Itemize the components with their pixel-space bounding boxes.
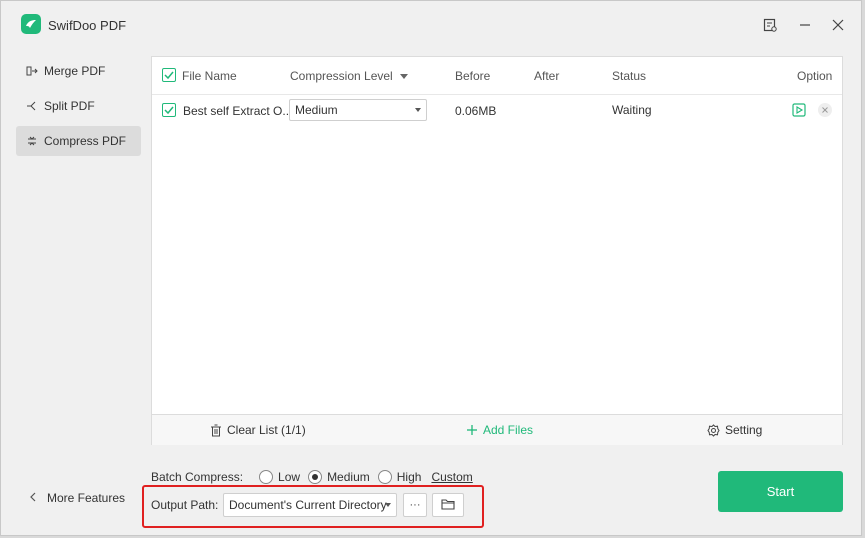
- split-icon: [25, 99, 39, 113]
- output-path-value: Document's Current Directory: [229, 498, 387, 512]
- more-features-label: More Features: [47, 491, 126, 505]
- play-icon[interactable]: [792, 103, 806, 120]
- column-header-label: Compression Level: [290, 69, 393, 83]
- compress-icon: [25, 134, 39, 148]
- sidebar-item-merge-pdf[interactable]: Merge PDF: [16, 56, 141, 86]
- compression-level-select[interactable]: Medium: [289, 99, 427, 121]
- batch-option-high[interactable]: High: [377, 470, 422, 484]
- status-cell: Waiting: [612, 103, 652, 117]
- batch-option-medium[interactable]: Medium: [308, 470, 370, 484]
- column-header-file-name: File Name: [182, 69, 237, 83]
- output-path-select[interactable]: Document's Current Directory: [223, 493, 397, 517]
- file-name-cell: Best self Extract O...: [183, 104, 293, 118]
- sidebar-item-split-pdf[interactable]: Split PDF: [16, 91, 141, 121]
- setting-label: Setting: [725, 423, 763, 437]
- start-button[interactable]: Start: [718, 471, 843, 512]
- sidebar-item-compress-pdf[interactable]: Compress PDF: [16, 126, 141, 156]
- ellipsis-icon: ···: [409, 499, 421, 511]
- gear-icon: [707, 423, 720, 437]
- column-header-compression-level[interactable]: Compression Level: [290, 69, 409, 83]
- column-header-status: Status: [612, 69, 647, 83]
- close-icon[interactable]: [829, 16, 847, 34]
- radio-high[interactable]: [377, 470, 392, 484]
- radio-label: High: [396, 470, 422, 484]
- compression-level-value: Medium: [295, 103, 338, 117]
- remove-file-icon[interactable]: [818, 103, 832, 117]
- select-all-checkbox[interactable]: [162, 68, 176, 82]
- file-list-footer: Clear List (1/1) Add Files Setting: [152, 414, 842, 445]
- batch-compress-row: Batch Compress: Low Medium High Custom: [151, 470, 473, 484]
- radio-low[interactable]: [259, 470, 274, 484]
- radio-label: Medium: [327, 470, 370, 484]
- add-files-label: Add Files: [483, 423, 534, 437]
- radio-medium[interactable]: [308, 470, 323, 484]
- app-title: SwifDoo PDF: [48, 18, 127, 33]
- sidebar-item-label: Compress PDF: [44, 134, 127, 148]
- column-header-after: After: [534, 69, 560, 83]
- sort-caret-icon: [400, 74, 409, 80]
- app-window: SwifDoo PDF Merge PDF Split PDF Compress…: [0, 0, 862, 536]
- column-header-before: Before: [455, 69, 491, 83]
- dropdown-caret-icon: [415, 108, 421, 112]
- trash-icon: [210, 424, 222, 437]
- row-checkbox[interactable]: [162, 103, 176, 117]
- feedback-icon[interactable]: [761, 16, 779, 34]
- batch-option-low[interactable]: Low: [259, 470, 300, 484]
- batch-compress-label: Batch Compress:: [151, 470, 244, 484]
- more-features-button[interactable]: More Features: [29, 491, 125, 505]
- file-list-panel: File Name Compression Level Before After…: [151, 56, 843, 445]
- before-size-cell: 0.06MB: [455, 104, 497, 118]
- dropdown-caret-icon: [385, 503, 391, 507]
- output-path-label: Output Path:: [151, 498, 219, 512]
- open-folder-button[interactable]: [432, 493, 464, 517]
- swifdoo-logo-icon: [21, 14, 41, 34]
- column-header-option: Option: [797, 69, 833, 83]
- merge-icon: [25, 64, 39, 78]
- table-row: Best self Extract O... Medium 0.06MB Wai…: [152, 95, 842, 129]
- table-header: File Name Compression Level Before After…: [152, 57, 842, 95]
- add-files-button[interactable]: Add Files: [466, 423, 533, 437]
- setting-button[interactable]: Setting: [707, 423, 762, 437]
- sidebar-item-label: Split PDF: [44, 99, 95, 113]
- plus-icon: [466, 424, 478, 436]
- chevron-left-icon: [29, 491, 37, 505]
- radio-label: Low: [278, 470, 301, 484]
- sidebar: Merge PDF Split PDF Compress PDF: [16, 56, 141, 161]
- custom-link[interactable]: Custom: [431, 470, 472, 484]
- folder-icon: [440, 498, 456, 513]
- title-bar: SwifDoo PDF: [1, 1, 861, 51]
- clear-list-label: Clear List (1/1): [227, 423, 306, 437]
- minimize-icon[interactable]: [796, 16, 814, 34]
- sidebar-item-label: Merge PDF: [44, 64, 106, 78]
- clear-list-button[interactable]: Clear List (1/1): [210, 423, 306, 437]
- browse-more-button[interactable]: ···: [403, 493, 427, 517]
